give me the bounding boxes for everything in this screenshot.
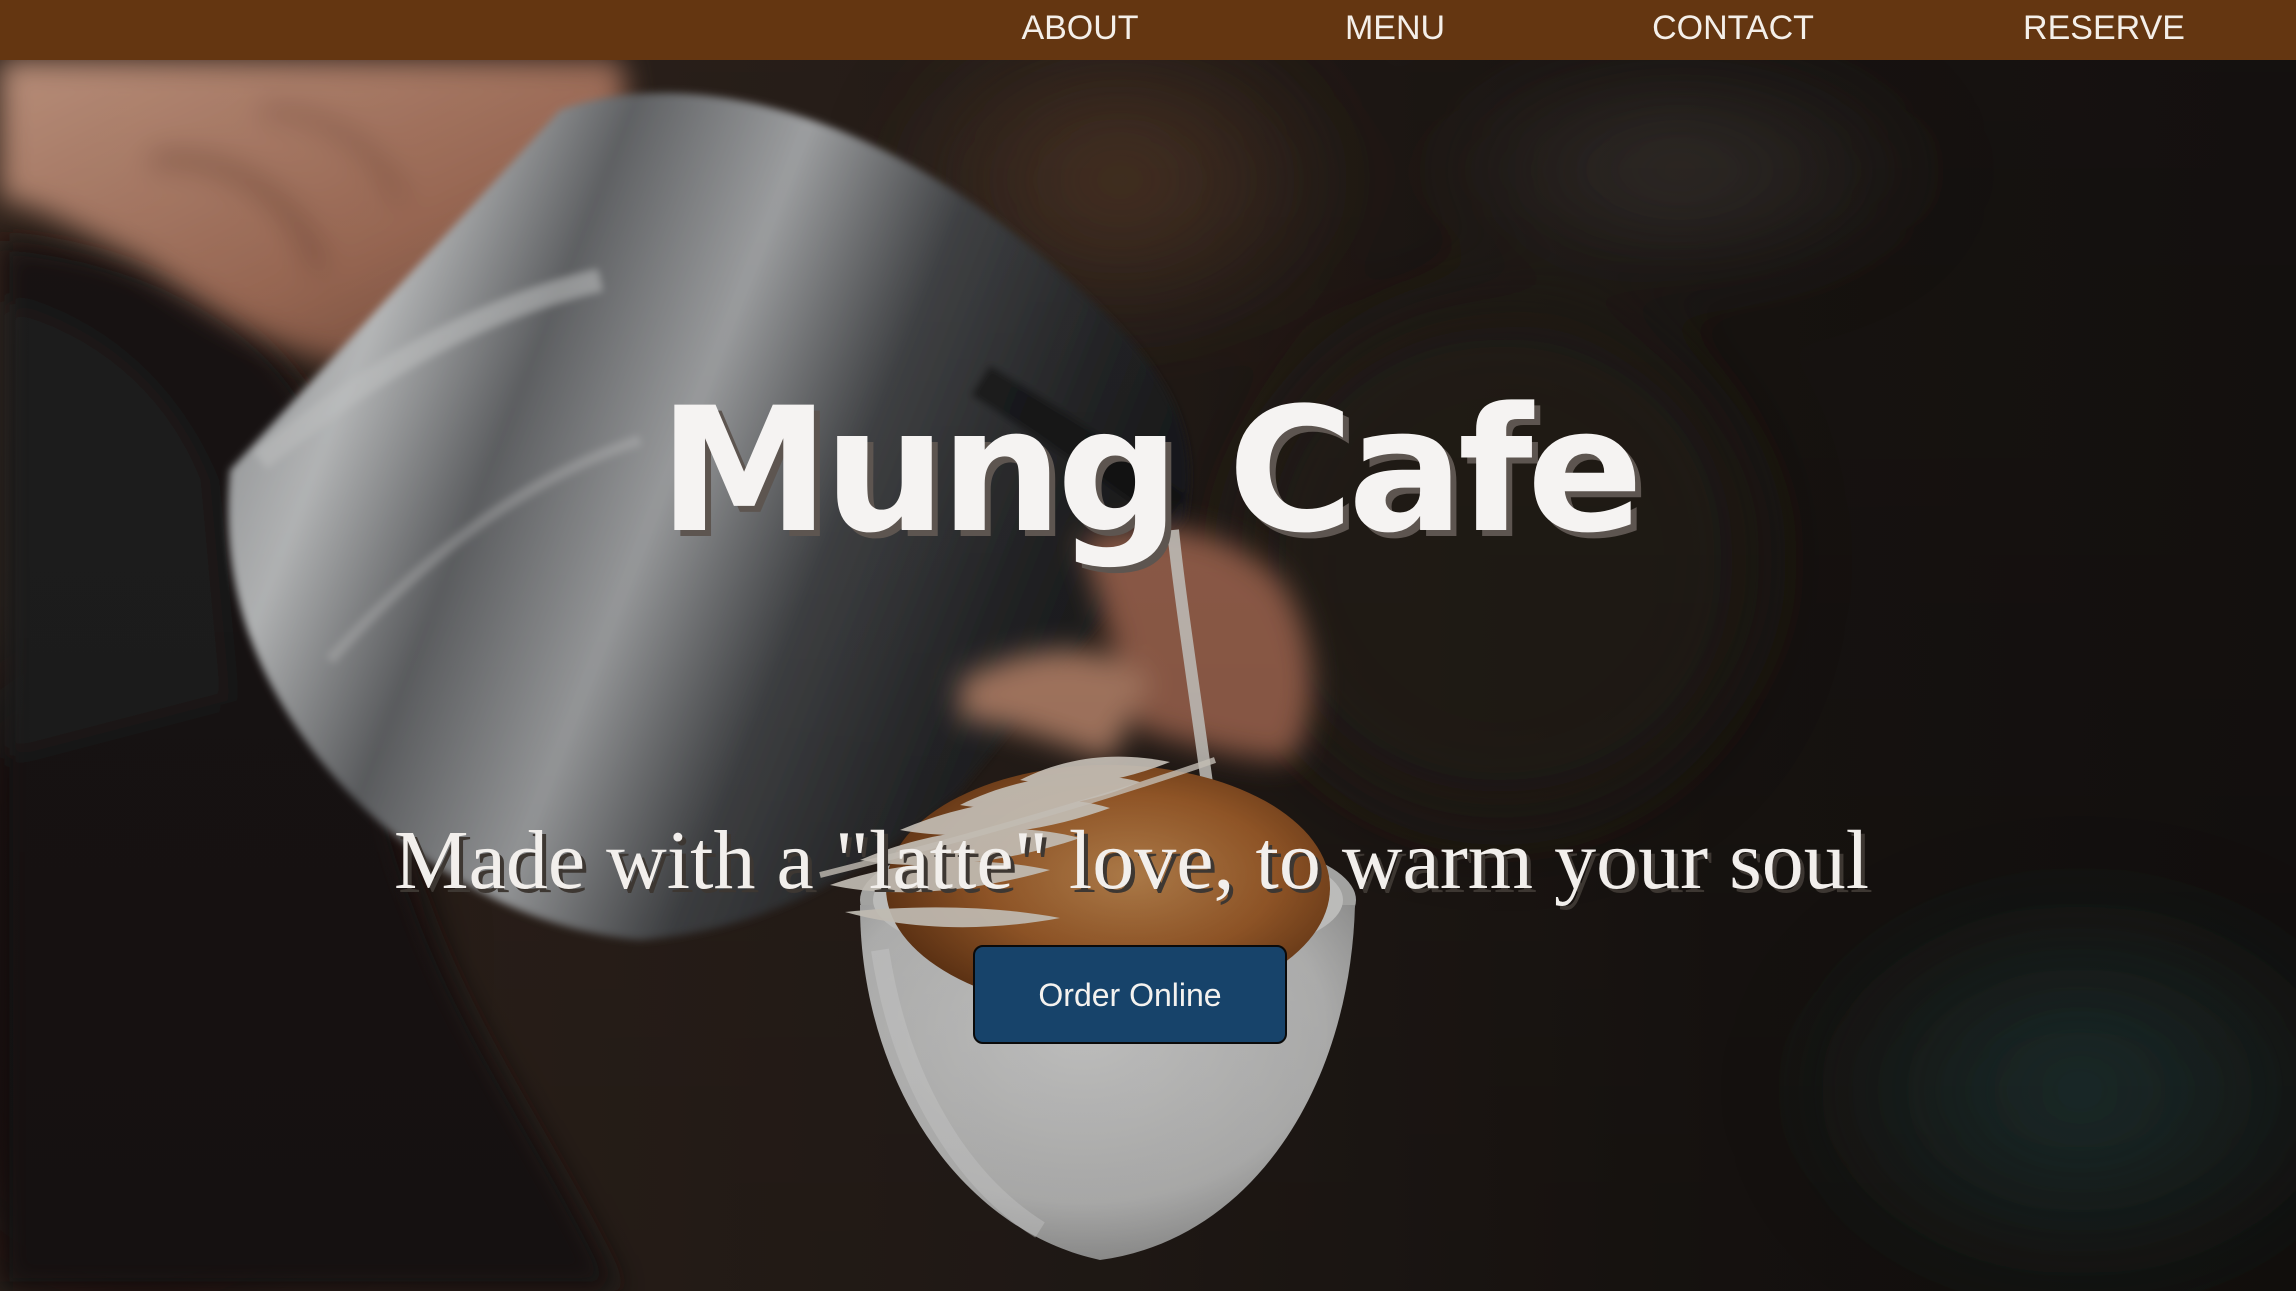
hero-section xyxy=(0,60,2296,1291)
hero-background-photo xyxy=(0,60,2296,1291)
nav-link-contact[interactable]: CONTACT xyxy=(1652,0,1814,56)
hero-tagline: Made with a "latte" love, to warm your s… xyxy=(393,814,1870,907)
hero-title: Mung Cafe xyxy=(658,370,1644,572)
top-navbar: ABOUT MENU CONTACT RESERVE xyxy=(0,0,2296,60)
nav-link-about[interactable]: ABOUT xyxy=(1021,0,1138,56)
page: ABOUT MENU CONTACT RESERVE Mung Cafe Mad… xyxy=(0,0,2296,1291)
order-online-button[interactable]: Order Online xyxy=(973,945,1287,1044)
nav-link-menu[interactable]: MENU xyxy=(1345,0,1445,56)
nav-link-reserve[interactable]: RESERVE xyxy=(2023,0,2185,56)
